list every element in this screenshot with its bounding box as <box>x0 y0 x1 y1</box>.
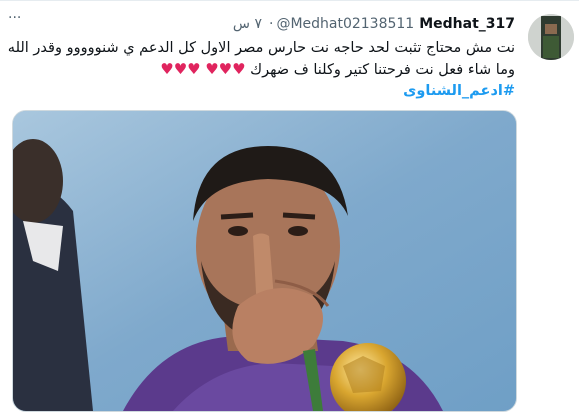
author-name[interactable]: Medhat_317 <box>419 16 515 32</box>
goalkeeper-photo <box>13 111 516 411</box>
heart-emojis: ♥♥♥ <box>205 60 246 78</box>
heart-emojis-extra: ♥♥♥ <box>160 60 201 78</box>
author-handle[interactable]: @Medhat02138511 <box>276 16 414 32</box>
tweet-hashtag-line: #ادعم_الشناوى <box>5 81 515 102</box>
tweet-text: نت مش محتاج تثبت لحد حاجه نت حارس مصر ال… <box>5 38 515 102</box>
avatar-image <box>528 14 574 60</box>
more-options-icon[interactable]: ··· <box>8 11 28 25</box>
tweet-text-line-2: وما شاء فعل نت فرحتنا كتير وكلنا ف ضهرك … <box>5 59 515 81</box>
tweet-header: ٧ س · @Medhat02138511 Medhat_317 <box>233 14 515 34</box>
top-divider <box>0 0 579 1</box>
tweet-text-line-2-text: وما شاء فعل نت فرحتنا كتير وكلنا ف ضهرك <box>250 62 515 78</box>
tweet-text-line-1: نت مش محتاج تثبت لحد حاجه نت حارس مصر ال… <box>7 40 515 56</box>
separator-dot: · <box>268 16 274 32</box>
tweet-time[interactable]: ٧ س <box>233 16 262 32</box>
avatar[interactable] <box>528 14 574 60</box>
tweet-media-photo[interactable] <box>12 110 517 412</box>
hashtag-link[interactable]: #ادعم_الشناوى <box>403 83 515 99</box>
